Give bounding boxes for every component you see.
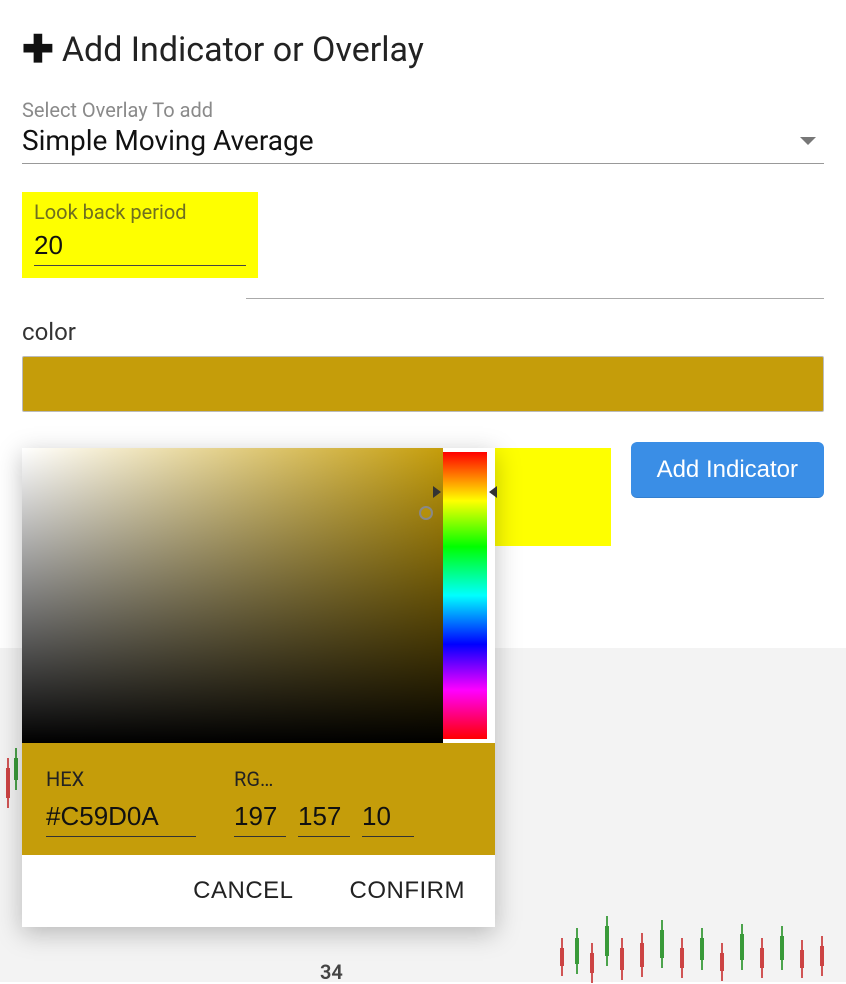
indicator-panel: ✚ Add Indicator or Overlay Select Overla… [0, 0, 846, 518]
lookback-underline [246, 298, 824, 299]
hue-slider[interactable] [443, 452, 487, 739]
overlay-select[interactable]: Simple Moving Average [22, 124, 824, 164]
color-label: color [22, 318, 824, 346]
confirm-button[interactable]: CONFIRM [350, 877, 465, 905]
rgb-label: RG… [234, 767, 304, 791]
color-swatch[interactable] [22, 356, 824, 412]
rgb-g-input[interactable] [298, 801, 350, 837]
panel-heading: ✚ Add Indicator or Overlay [22, 30, 824, 70]
hex-label: HEX [46, 767, 116, 791]
saturation-area[interactable] [22, 448, 443, 743]
plus-icon: ✚ [22, 31, 54, 69]
lookback-input[interactable] [34, 230, 246, 266]
chevron-down-icon [800, 137, 816, 145]
hex-input[interactable] [46, 801, 196, 837]
overlay-select-label: Select Overlay To add [22, 98, 824, 122]
saturation-cursor[interactable] [419, 506, 433, 520]
overlay-select-value: Simple Moving Average [22, 124, 314, 157]
picker-actions: CANCEL CONFIRM [22, 855, 495, 927]
rgb-r-input[interactable] [234, 801, 286, 837]
add-indicator-button[interactable]: Add Indicator [631, 442, 824, 498]
rgb-b-input[interactable] [362, 801, 414, 837]
cancel-button[interactable]: CANCEL [193, 877, 293, 905]
panel-title: Add Indicator or Overlay [62, 30, 424, 70]
lookback-highlight: Look back period [22, 192, 258, 278]
color-values-row: HEX RG… [22, 743, 495, 855]
lookback-label: Look back period [34, 200, 246, 224]
color-picker: HEX RG… CANCEL CONFIRM [22, 448, 495, 927]
